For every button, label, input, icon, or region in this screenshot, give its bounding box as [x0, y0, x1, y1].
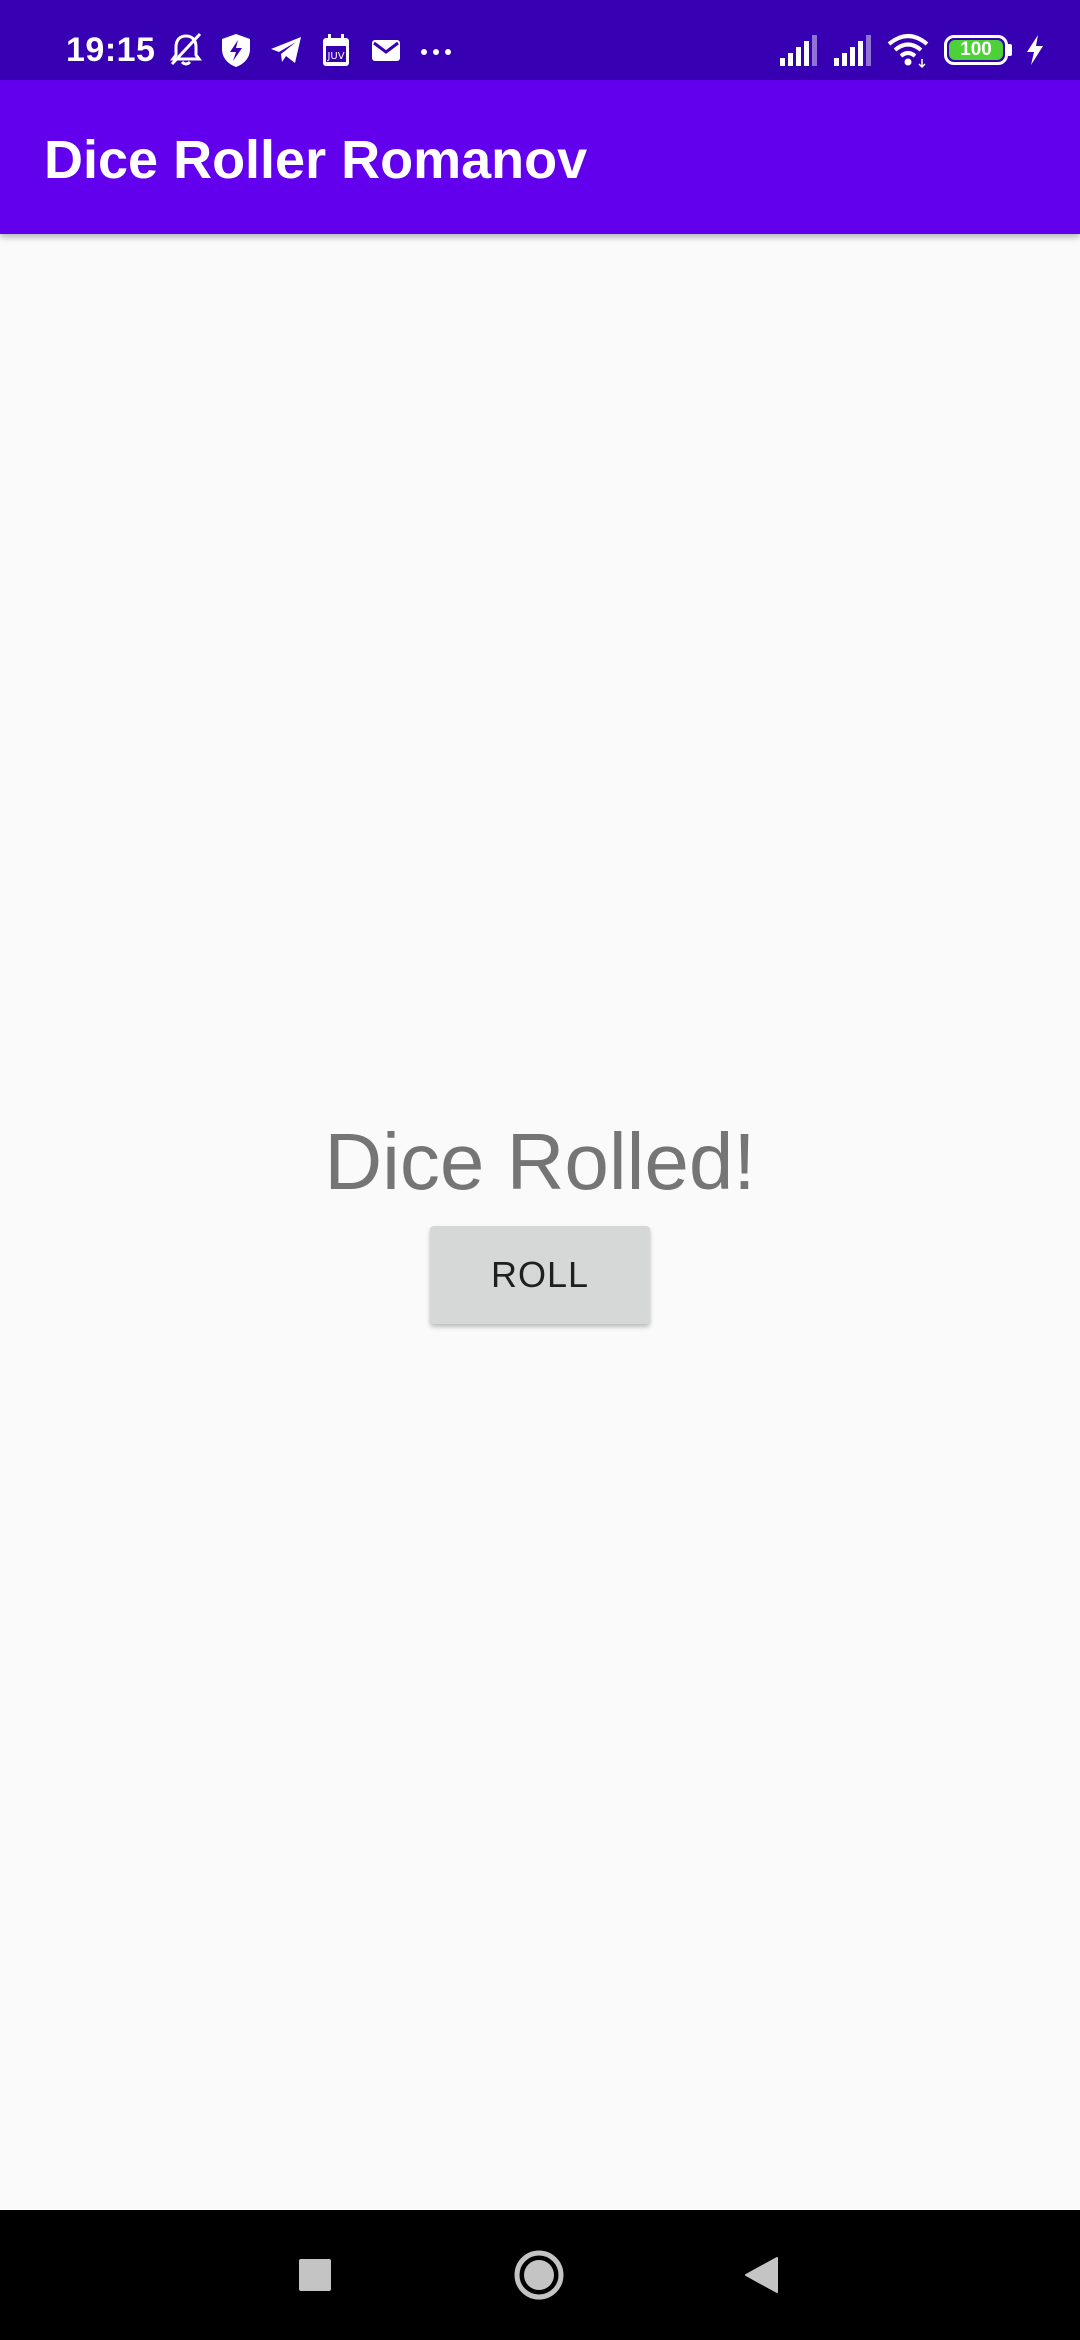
- wifi-icon: [887, 34, 929, 69]
- main-content: Dice Rolled! ROLL: [0, 234, 1080, 2210]
- back-button[interactable]: [731, 2245, 791, 2305]
- recents-button[interactable]: [285, 2245, 345, 2305]
- status-time: 19:15: [66, 31, 156, 69]
- app-bar: Dice Roller Romanov: [0, 80, 1080, 234]
- charging-bolt-icon: [1027, 35, 1043, 65]
- shield-bolt-icon: [222, 34, 250, 67]
- mail-icon: [372, 40, 400, 61]
- roll-button[interactable]: ROLL: [430, 1226, 650, 1324]
- signal-icon: [834, 35, 871, 66]
- app-screen: 19:15 JUV 100 Dice Roller Romanov Dice R…: [0, 0, 1080, 2340]
- battery-tip: [1008, 44, 1012, 56]
- bell-off-icon: [170, 32, 202, 66]
- home-circle-icon: [514, 2250, 564, 2300]
- app-title: Dice Roller Romanov: [44, 130, 588, 190]
- signal-icon: [780, 35, 817, 66]
- battery-icon: 100: [944, 35, 1012, 65]
- back-triangle-icon: [745, 2257, 778, 2293]
- status-bar: 19:15 JUV 100: [0, 0, 1080, 80]
- navigation-bar: [0, 2210, 1080, 2340]
- battery-level: 100: [960, 39, 992, 60]
- telegram-icon: [271, 37, 301, 63]
- recents-square-icon: [299, 2259, 331, 2291]
- notification-icons: JUV: [168, 28, 468, 72]
- more-dots-icon: [421, 49, 451, 55]
- dice-result-text: Dice Rolled!: [324, 1117, 756, 1206]
- home-button[interactable]: [509, 2245, 569, 2305]
- system-icons: 100: [766, 28, 1046, 72]
- calendar-icon: JUV: [323, 34, 349, 66]
- svg-text:JUV: JUV: [326, 51, 344, 62]
